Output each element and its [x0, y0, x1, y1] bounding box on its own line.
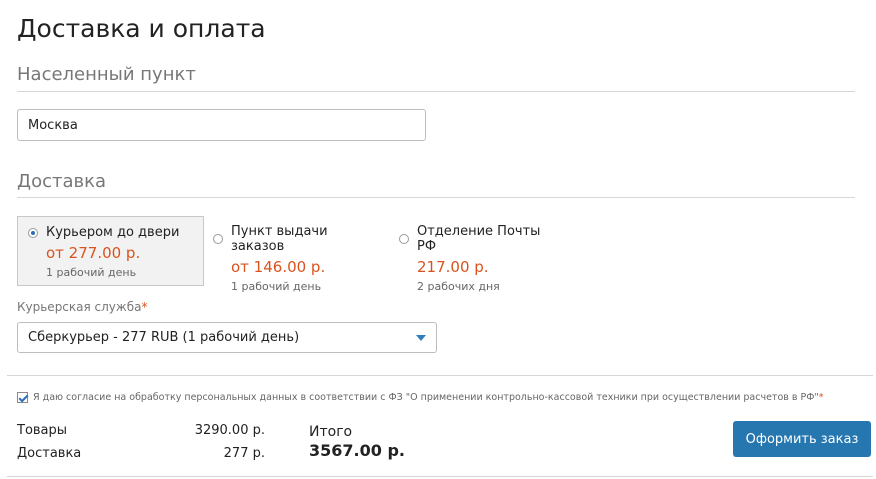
delivery-total-value: 277 р. [223, 446, 265, 461]
bottom-divider [7, 476, 873, 477]
consent-divider [7, 375, 873, 376]
delivery-option-days: 1 рабочий день [46, 266, 137, 279]
consent-text-body: Я даю согласие на обработку персональных… [33, 392, 819, 403]
delivery-option-price: от 277.00 р. [46, 244, 141, 262]
goods-total-label: Товары [17, 423, 68, 438]
delivery-option-name: Курьером до двери [46, 225, 180, 240]
russian-post-radio[interactable] [399, 234, 409, 244]
chevron-down-icon [416, 334, 426, 341]
place-order-button[interactable]: Оформить заказ [733, 421, 871, 457]
delivery-option-price: 217.00 р. [417, 258, 489, 276]
grand-total-label: Итого [309, 424, 353, 440]
delivery-option-pickup-point[interactable]: Пункт выдачи заказов от 146.00 р. 1 рабо… [203, 216, 393, 293]
consent-row: Я даю согласие на обработку персональных… [17, 392, 824, 403]
delivery-section-divider [17, 197, 855, 198]
courier-service-label: Курьерская служба* [17, 300, 147, 314]
page-title: Доставка и оплата [17, 14, 266, 43]
delivery-option-days: 2 рабочих дня [417, 280, 500, 293]
consent-checkbox[interactable] [17, 392, 28, 403]
city-section-divider [17, 91, 855, 92]
courier-radio[interactable] [28, 227, 38, 238]
delivery-option-price: от 146.00 р. [231, 258, 326, 276]
courier-service-label-text: Курьерская служба [17, 300, 142, 314]
consent-text: Я даю согласие на обработку персональных… [33, 392, 824, 403]
grand-total-value: 3567.00 р. [309, 441, 405, 460]
city-input[interactable] [17, 109, 426, 141]
delivery-option-name: Отделение Почты РФ [417, 224, 541, 254]
delivery-section-title: Доставка [17, 171, 106, 192]
delivery-total-label: Доставка [17, 446, 82, 461]
goods-total-value: 3290.00 р. [194, 423, 265, 438]
required-mark: * [141, 300, 148, 314]
delivery-option-days: 1 рабочий день [231, 280, 322, 293]
delivery-option-name: Пункт выдачи заказов [231, 224, 328, 254]
courier-service-select[interactable]: Сберкурьер - 277 RUB (1 рабочий день) [17, 322, 437, 353]
courier-service-selected-value: Сберкурьер - 277 RUB (1 рабочий день) [28, 330, 300, 345]
city-section-title: Населенный пункт [17, 64, 196, 85]
delivery-option-russian-post[interactable]: Отделение Почты РФ 217.00 р. 2 рабочих д… [389, 216, 569, 293]
delivery-option-courier[interactable]: Курьером до двери от 277.00 р. 1 рабочий… [17, 216, 204, 286]
pickup-point-radio[interactable] [213, 234, 223, 244]
required-mark: * [818, 392, 824, 403]
